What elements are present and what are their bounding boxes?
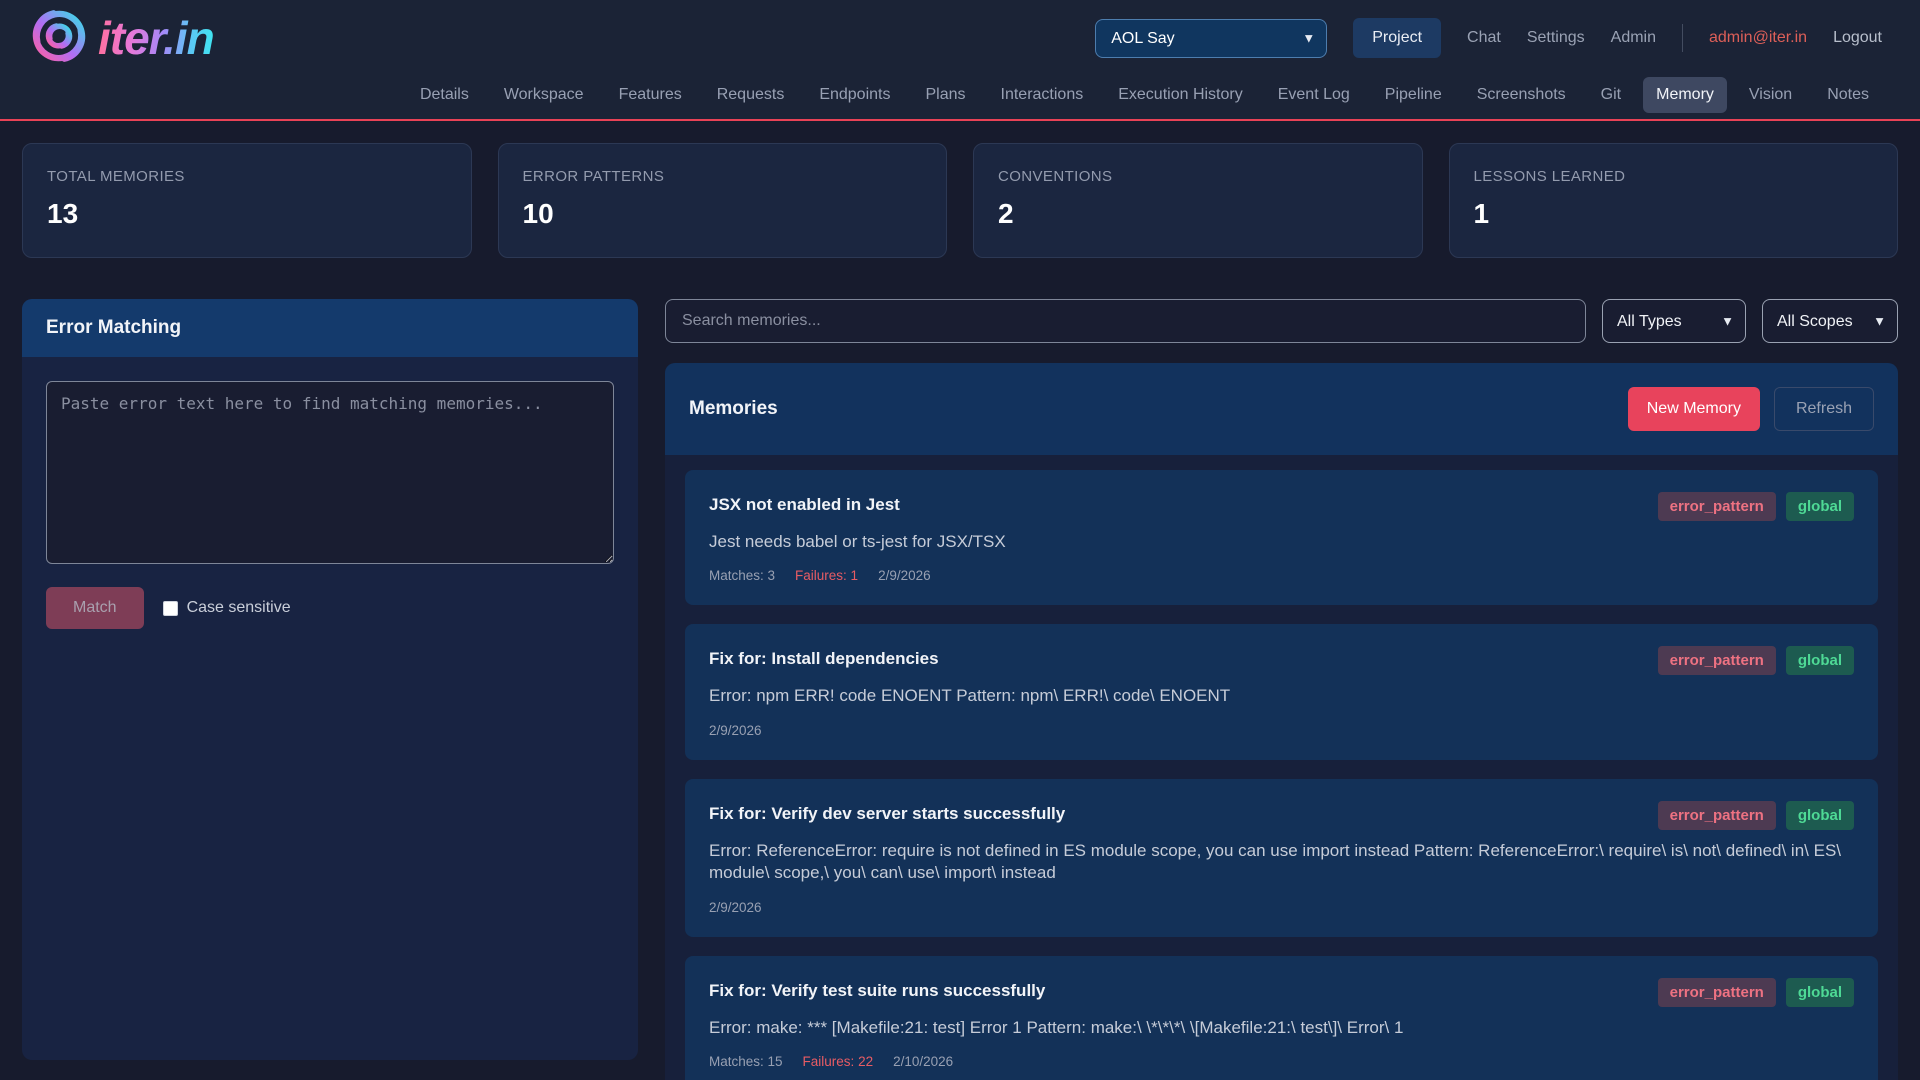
brand-name: iter.in	[98, 11, 214, 65]
memories-header: Memories New Memory Refresh	[665, 363, 1898, 455]
scope-badge: global	[1786, 646, 1854, 675]
stat-label: LESSONS LEARNED	[1474, 168, 1874, 185]
memory-card[interactable]: Fix for: Verify test suite runs successf…	[685, 956, 1878, 1080]
search-input[interactable]	[665, 299, 1586, 343]
tab-endpoints[interactable]: Endpoints	[806, 77, 903, 113]
memory-matches: Matches: 15	[709, 1054, 783, 1069]
type-badge: error_pattern	[1658, 801, 1776, 830]
stat-label: TOTAL MEMORIES	[47, 168, 447, 185]
memories-panel: Memories New Memory Refresh JSX not enab…	[665, 363, 1898, 1080]
memory-card[interactable]: Fix for: Verify dev server starts succes…	[685, 779, 1878, 937]
memory-title: Fix for: Verify test suite runs successf…	[709, 978, 1045, 1001]
menu-admin[interactable]: Admin	[1611, 29, 1656, 47]
tab-features[interactable]: Features	[606, 77, 695, 113]
tab-screenshots[interactable]: Screenshots	[1464, 77, 1579, 113]
header-divider	[1682, 24, 1683, 52]
scope-filter-select[interactable]: All Scopes	[1762, 299, 1898, 343]
filter-row: All Types ▼ All Scopes ▼	[665, 299, 1898, 343]
stat-value: 10	[523, 198, 923, 230]
memories-list: JSX not enabled in Jest error_pattern gl…	[665, 455, 1898, 1080]
memory-description: Error: npm ERR! code ENOENT Pattern: npm…	[709, 685, 1854, 707]
memory-description: Jest needs babel or ts-jest for JSX/TSX	[709, 531, 1854, 553]
memory-failures: Failures: 22	[803, 1054, 874, 1069]
new-memory-button[interactable]: New Memory	[1628, 387, 1760, 431]
memory-date: 2/9/2026	[878, 568, 931, 583]
tab-vision[interactable]: Vision	[1736, 77, 1805, 113]
stat-value: 1	[1474, 198, 1874, 230]
scope-badge: global	[1786, 801, 1854, 830]
nav-tabs: Details Workspace Features Requests Endp…	[30, 76, 1882, 119]
app-header: iter.in AOL Say ▼ Project Chat Settings …	[0, 0, 1920, 121]
memory-date: 2/9/2026	[709, 723, 762, 738]
scope-badge: global	[1786, 492, 1854, 521]
case-sensitive-checkbox[interactable]	[163, 601, 178, 616]
user-email: admin@iter.in	[1709, 29, 1807, 47]
memory-title: JSX not enabled in Jest	[709, 492, 900, 515]
case-sensitive-label: Case sensitive	[163, 599, 291, 617]
stat-value: 13	[47, 198, 447, 230]
brand-logo: iter.in	[30, 7, 214, 70]
menu-chat[interactable]: Chat	[1467, 29, 1501, 47]
error-matching-panel: Error Matching Match Case sensitive	[22, 299, 638, 1060]
type-filter-wrap: All Types ▼	[1602, 299, 1746, 343]
scope-filter-wrap: All Scopes ▼	[1762, 299, 1898, 343]
memory-failures: Failures: 1	[795, 568, 858, 583]
tab-event-log[interactable]: Event Log	[1265, 77, 1363, 113]
stat-conventions: CONVENTIONS 2	[973, 143, 1423, 258]
project-select-wrap: AOL Say ▼	[1095, 19, 1327, 58]
type-badge: error_pattern	[1658, 646, 1776, 675]
swirl-logo-icon	[30, 7, 88, 70]
memory-title: Fix for: Verify dev server starts succes…	[709, 801, 1065, 824]
stat-value: 2	[998, 198, 1398, 230]
memory-description: Error: make: *** [Makefile:21: test] Err…	[709, 1017, 1854, 1039]
memory-description: Error: ReferenceError: require is not de…	[709, 840, 1854, 885]
refresh-button[interactable]: Refresh	[1774, 387, 1874, 431]
stat-label: ERROR PATTERNS	[523, 168, 923, 185]
memory-matches: Matches: 3	[709, 568, 775, 583]
project-button[interactable]: Project	[1353, 18, 1441, 58]
tab-requests[interactable]: Requests	[704, 77, 798, 113]
type-filter-select[interactable]: All Types	[1602, 299, 1746, 343]
tab-notes[interactable]: Notes	[1814, 77, 1882, 113]
type-badge: error_pattern	[1658, 978, 1776, 1007]
tab-git[interactable]: Git	[1588, 77, 1634, 113]
stat-total-memories: TOTAL MEMORIES 13	[22, 143, 472, 258]
tab-interactions[interactable]: Interactions	[988, 77, 1097, 113]
memories-title: Memories	[689, 398, 778, 420]
scope-badge: global	[1786, 978, 1854, 1007]
stat-error-patterns: ERROR PATTERNS 10	[498, 143, 948, 258]
main-content: TOTAL MEMORIES 13 ERROR PATTERNS 10 CONV…	[0, 121, 1920, 1080]
type-badge: error_pattern	[1658, 492, 1776, 521]
memory-title: Fix for: Install dependencies	[709, 646, 939, 669]
menu-settings[interactable]: Settings	[1527, 29, 1585, 47]
project-select[interactable]: AOL Say	[1095, 19, 1327, 58]
logout-link[interactable]: Logout	[1833, 29, 1882, 47]
tab-workspace[interactable]: Workspace	[491, 77, 597, 113]
stats-row: TOTAL MEMORIES 13 ERROR PATTERNS 10 CONV…	[22, 143, 1898, 258]
memory-date: 2/9/2026	[709, 900, 762, 915]
match-button[interactable]: Match	[46, 587, 144, 629]
memory-card[interactable]: JSX not enabled in Jest error_pattern gl…	[685, 470, 1878, 605]
tab-execution-history[interactable]: Execution History	[1105, 77, 1256, 113]
tab-plans[interactable]: Plans	[912, 77, 978, 113]
memory-card[interactable]: Fix for: Install dependencies error_patt…	[685, 624, 1878, 759]
memory-date: 2/10/2026	[893, 1054, 953, 1069]
error-text-input[interactable]	[46, 381, 614, 564]
tab-memory[interactable]: Memory	[1643, 77, 1727, 113]
error-matching-title: Error Matching	[22, 299, 638, 357]
stat-label: CONVENTIONS	[998, 168, 1398, 185]
tab-pipeline[interactable]: Pipeline	[1372, 77, 1455, 113]
tab-details[interactable]: Details	[407, 77, 482, 113]
stat-lessons-learned: LESSONS LEARNED 1	[1449, 143, 1899, 258]
